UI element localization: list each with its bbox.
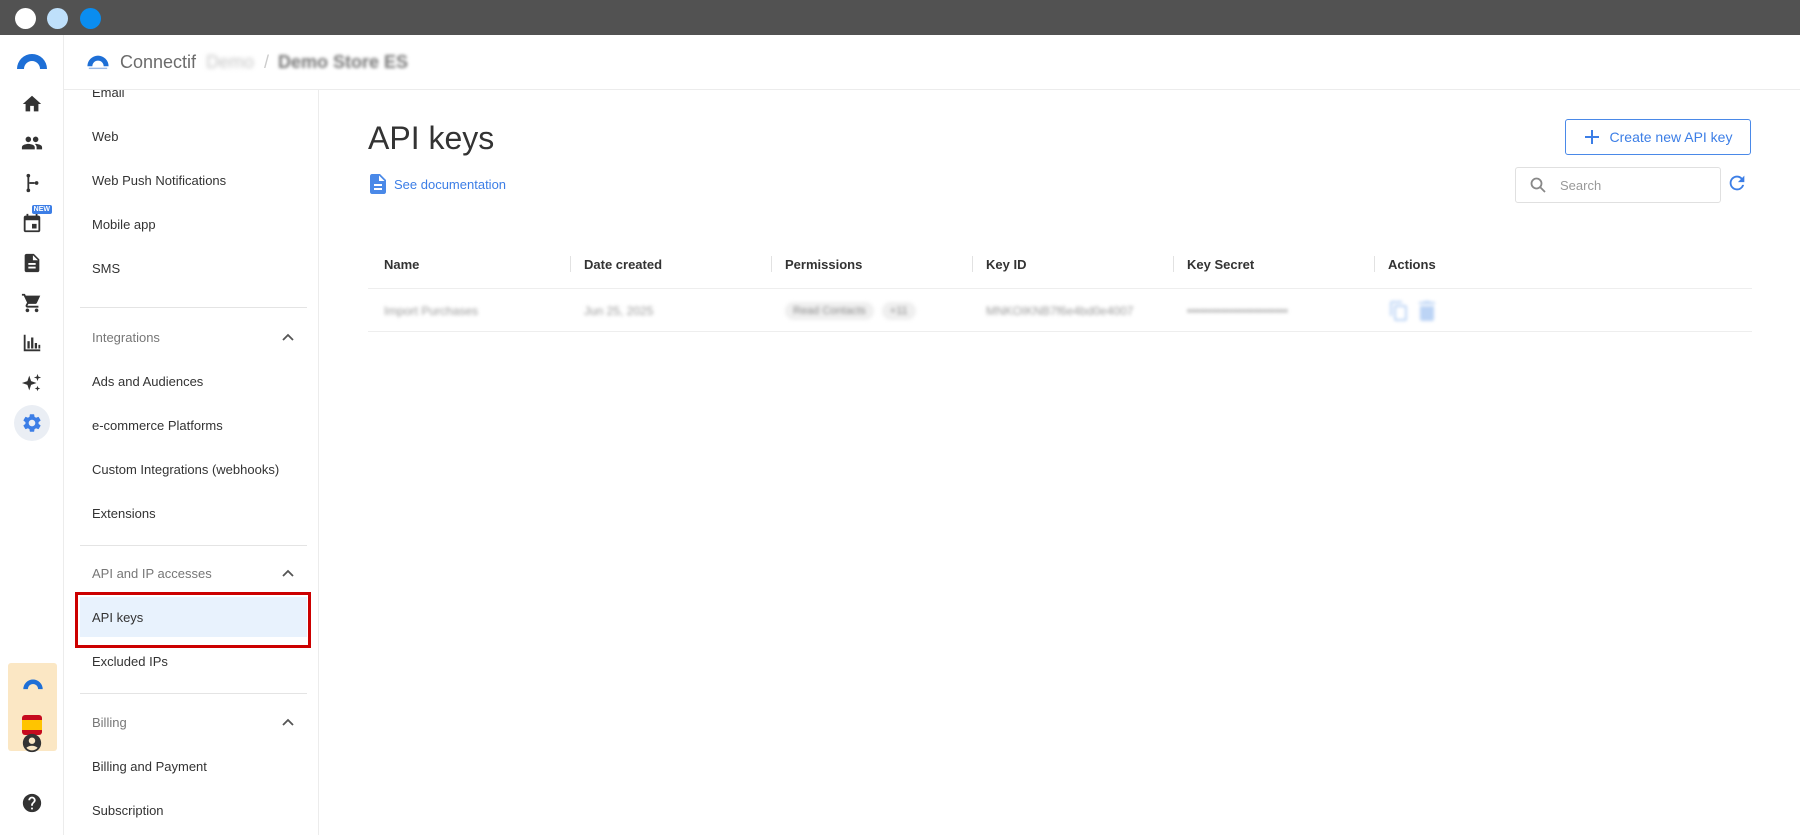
account-name[interactable]: Demo bbox=[206, 52, 254, 73]
table-header: Name Date created Permissions Key ID Key… bbox=[368, 240, 1752, 288]
chevron-up-icon[interactable] bbox=[281, 715, 295, 729]
contacts-icon[interactable] bbox=[14, 125, 50, 161]
window-maximize-button[interactable] bbox=[80, 8, 101, 29]
sidebar-item-ecommerce-platforms[interactable]: e-commerce Platforms bbox=[80, 405, 307, 445]
permission-more-chip[interactable]: +11 bbox=[881, 302, 916, 320]
account-icon[interactable] bbox=[14, 725, 50, 761]
chevron-up-icon[interactable] bbox=[281, 330, 295, 344]
sparkle-icon[interactable] bbox=[14, 365, 50, 401]
analytics-icon[interactable] bbox=[14, 325, 50, 361]
top-header: Connectif Demo / Demo Store ES bbox=[64, 35, 1800, 90]
new-badge: NEW bbox=[31, 205, 52, 214]
plus-icon bbox=[1584, 130, 1599, 144]
refresh-icon bbox=[1729, 175, 1745, 191]
page-title: API keys bbox=[368, 120, 495, 156]
sidebar-item-web-push[interactable]: Web Push Notifications bbox=[80, 160, 307, 200]
cell-actions bbox=[1390, 289, 1436, 333]
connectif-logo-icon[interactable] bbox=[14, 43, 50, 79]
sidebar-item-subscription[interactable]: Subscription bbox=[80, 790, 307, 830]
column-permissions[interactable]: Permissions bbox=[785, 240, 862, 288]
sidebar-item-mobile-app[interactable]: Mobile app bbox=[80, 204, 307, 244]
settings-sidebar: Email Web Web Push Notifications Mobile … bbox=[64, 90, 319, 835]
cell-key-id: MNKOIKNB7f6e4bd0e4007 bbox=[986, 304, 1134, 318]
table-row[interactable]: Import Purchases Jun 25, 2025 Read Conta… bbox=[368, 288, 1752, 332]
connectif-logo-icon bbox=[87, 55, 109, 70]
sidebar-item-extensions[interactable]: Extensions bbox=[80, 493, 307, 533]
api-keys-table: Name Date created Permissions Key ID Key… bbox=[368, 240, 1752, 332]
document-icon[interactable] bbox=[14, 245, 50, 281]
column-key-id[interactable]: Key ID bbox=[986, 240, 1026, 288]
section-title: Billing bbox=[92, 714, 127, 730]
window-minimize-button[interactable] bbox=[47, 8, 68, 29]
icon-rail: NEW bbox=[0, 35, 64, 835]
sidebar-divider bbox=[80, 693, 307, 694]
document-icon bbox=[370, 174, 386, 194]
column-name[interactable]: Name bbox=[384, 240, 419, 288]
window-titlebar bbox=[0, 0, 1800, 35]
sidebar-item-web[interactable]: Web bbox=[80, 116, 307, 156]
settings-icon[interactable] bbox=[14, 405, 50, 441]
section-title: API and IP accesses bbox=[92, 565, 212, 581]
help-icon[interactable] bbox=[14, 785, 50, 821]
cart-icon[interactable] bbox=[14, 285, 50, 321]
create-api-key-button[interactable]: Create new API key bbox=[1565, 119, 1751, 155]
sidebar-item-ads-audiences[interactable]: Ads and Audiences bbox=[80, 361, 307, 401]
doc-link-label[interactable]: See documentation bbox=[394, 177, 506, 192]
calendar-icon[interactable]: NEW bbox=[14, 205, 52, 241]
breadcrumb-separator: / bbox=[264, 52, 270, 72]
see-documentation-link[interactable]: See documentation bbox=[370, 174, 506, 194]
cell-key-secret: •••••••••••••••••••••••• bbox=[1187, 304, 1288, 318]
column-date-created[interactable]: Date created bbox=[584, 240, 662, 288]
cell-permissions: Read Contacts +11 bbox=[785, 289, 924, 333]
column-key-secret[interactable]: Key Secret bbox=[1187, 240, 1254, 288]
highlight-annotation-box bbox=[75, 592, 311, 648]
sidebar-divider bbox=[80, 307, 307, 308]
sidebar-item-custom-integrations[interactable]: Custom Integrations (webhooks) bbox=[80, 449, 307, 489]
permission-chip: Read Contacts bbox=[785, 302, 874, 320]
account-logo-icon bbox=[23, 679, 43, 690]
chevron-up-icon[interactable] bbox=[281, 566, 295, 580]
search-placeholder: Search bbox=[1560, 177, 1602, 193]
section-title: Integrations bbox=[92, 329, 160, 345]
section-integrations[interactable]: Integrations bbox=[80, 317, 307, 357]
section-billing[interactable]: Billing bbox=[80, 702, 307, 742]
copy-icon[interactable] bbox=[1390, 301, 1408, 321]
store-name[interactable]: Demo Store ES bbox=[278, 52, 408, 73]
window-close-button[interactable] bbox=[15, 8, 36, 29]
cell-date-created: Jun 25, 2025 bbox=[584, 304, 654, 318]
search-input[interactable]: Search bbox=[1515, 167, 1721, 203]
main-content: API keys See documentation Create new AP… bbox=[320, 90, 1800, 835]
column-separator bbox=[771, 256, 772, 272]
column-actions: Actions bbox=[1388, 256, 1436, 272]
column-separator bbox=[972, 256, 973, 272]
sidebar-divider bbox=[80, 545, 307, 546]
cell-name: Import Purchases bbox=[384, 304, 479, 318]
refresh-button[interactable] bbox=[1726, 172, 1750, 196]
create-button-label: Create new API key bbox=[1609, 129, 1733, 145]
section-api-ip-accesses[interactable]: API and IP accesses bbox=[80, 553, 307, 593]
search-icon bbox=[1530, 177, 1546, 193]
sidebar-item-sms[interactable]: SMS bbox=[80, 248, 307, 288]
delete-icon[interactable] bbox=[1418, 301, 1436, 321]
sidebar-item-email[interactable]: Email bbox=[80, 90, 307, 112]
home-icon[interactable] bbox=[14, 86, 50, 122]
workflow-icon[interactable] bbox=[14, 165, 50, 201]
column-separator bbox=[1173, 256, 1174, 272]
sidebar-item-billing-payment[interactable]: Billing and Payment bbox=[80, 746, 307, 786]
brand-name: Connectif bbox=[120, 52, 197, 72]
column-separator bbox=[1374, 256, 1375, 272]
column-separator bbox=[570, 256, 571, 272]
